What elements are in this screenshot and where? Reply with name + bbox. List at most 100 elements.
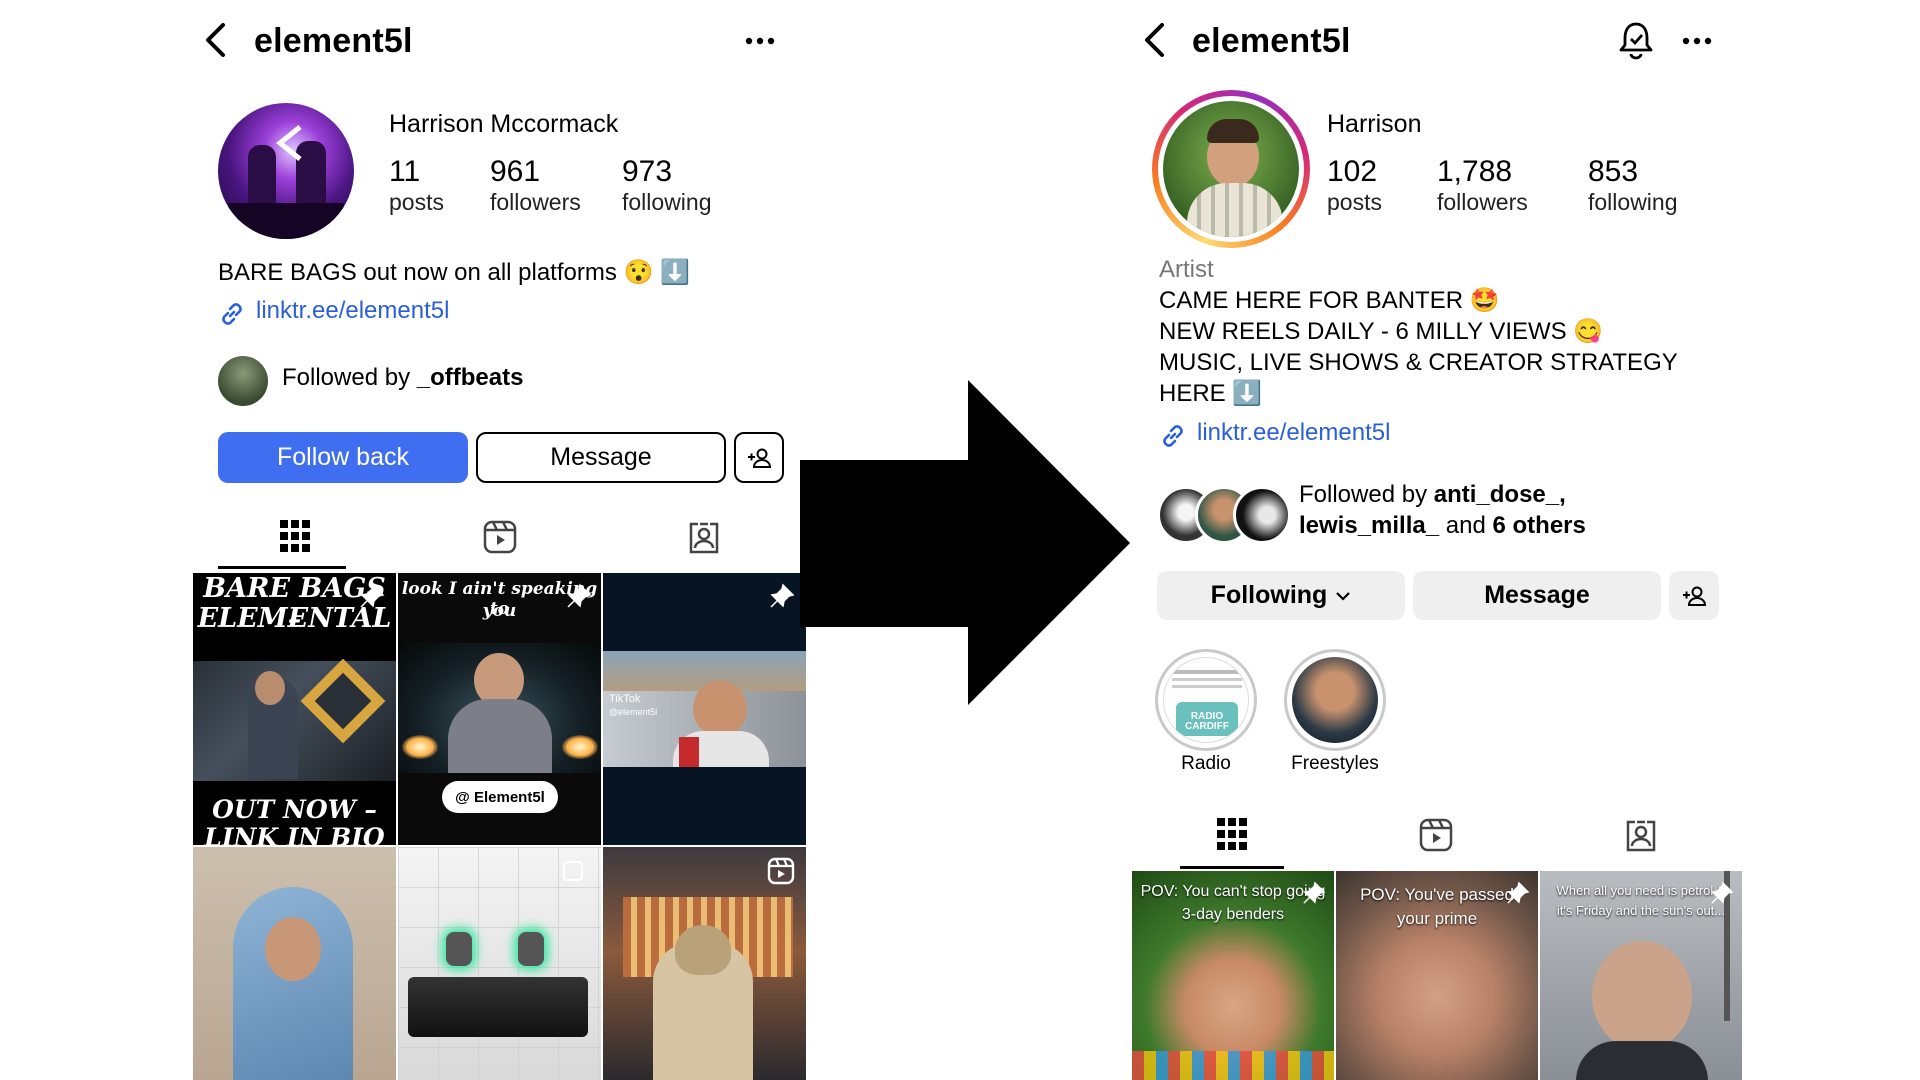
transition-arrow-icon bbox=[800, 380, 1130, 705]
add-person-icon bbox=[748, 448, 772, 468]
tiktok-badge: TikTok bbox=[609, 693, 641, 705]
grid-tab-icon[interactable] bbox=[1217, 818, 1247, 852]
grid-post-3[interactable]: TikTok @element5l bbox=[603, 573, 806, 845]
message-button[interactable]: Message bbox=[1413, 571, 1661, 620]
grid-post-2[interactable]: POV: You've passed your prime bbox=[1336, 871, 1538, 1080]
following-count: 973 bbox=[622, 155, 673, 188]
pin-icon bbox=[567, 583, 592, 608]
reels-tab-icon[interactable] bbox=[482, 519, 518, 555]
pin-icon bbox=[770, 583, 795, 608]
mention-badge: @ Element5l bbox=[442, 781, 558, 813]
category-label: Artist bbox=[1159, 256, 1214, 283]
link-icon bbox=[222, 303, 242, 325]
follow-back-button[interactable]: Follow back bbox=[218, 432, 468, 483]
following-label: following bbox=[1588, 189, 1678, 215]
following-stat[interactable]: 853 following bbox=[1588, 155, 1678, 216]
profile-name: Harrison bbox=[1327, 110, 1422, 138]
suggested-users-button[interactable] bbox=[1669, 571, 1719, 620]
follower-avatar[interactable] bbox=[218, 356, 268, 406]
message-button[interactable]: Message bbox=[476, 432, 726, 483]
post-title-bottom-2: LINK IN BIO bbox=[204, 823, 385, 845]
link-icon bbox=[1163, 425, 1183, 447]
following-stat[interactable]: 973 following bbox=[622, 155, 712, 216]
highlight-label-freestyles: Freestyles bbox=[1291, 753, 1379, 774]
pin-icon bbox=[1711, 881, 1734, 904]
post-caption-2: it's Friday and the sun's out... bbox=[1556, 903, 1726, 918]
followed-by-text[interactable]: Followed by _offbeats bbox=[282, 364, 523, 392]
more-options-icon[interactable] bbox=[1682, 36, 1712, 46]
highlight-freestyles[interactable] bbox=[1284, 649, 1386, 751]
avatar[interactable] bbox=[218, 103, 354, 239]
grid-post-5[interactable] bbox=[398, 847, 601, 1080]
followed-by-user-1: anti_dose_, bbox=[1433, 481, 1566, 508]
post-caption-2: your prime bbox=[1396, 909, 1478, 928]
chevron-down-icon bbox=[1336, 591, 1351, 601]
bio-line-4: HERE ⬇️ bbox=[1159, 380, 1263, 407]
followers-stat[interactable]: 1,788 followers bbox=[1437, 155, 1528, 216]
tagged-tab-icon[interactable] bbox=[686, 519, 722, 555]
pin-icon bbox=[1507, 881, 1530, 904]
grid-post-2[interactable]: look I ain't speaking to you @ Element5l bbox=[398, 573, 601, 845]
reels-tab-icon[interactable] bbox=[1418, 817, 1454, 853]
active-tab-indicator bbox=[1180, 866, 1284, 869]
back-arrow-icon[interactable] bbox=[203, 22, 227, 58]
bio-line-2: NEW REELS DAILY - 6 MILLY VIEWS 😋 bbox=[1159, 318, 1604, 345]
bio-link[interactable]: linktr.ee/element5l bbox=[1197, 419, 1390, 447]
more-options-icon[interactable] bbox=[745, 36, 775, 46]
multi-post-icon bbox=[563, 861, 583, 881]
followers-count: 1,788 bbox=[1437, 155, 1513, 188]
tagged-tab-icon[interactable] bbox=[1623, 817, 1659, 853]
post-title-bottom: OUT NOW – bbox=[212, 795, 377, 824]
grid-post-4[interactable] bbox=[193, 847, 396, 1080]
grid-post-1[interactable]: POV: You can't stop going 3-day benders bbox=[1132, 871, 1334, 1080]
profile-name: Harrison Mccormack bbox=[389, 110, 619, 138]
grid-tab-icon[interactable] bbox=[280, 520, 310, 554]
followers-label: followers bbox=[490, 189, 581, 215]
posts-stat[interactable]: 11 posts bbox=[389, 155, 444, 216]
followed-by-prefix: Followed by bbox=[1299, 481, 1434, 508]
followed-by-user: _offbeats bbox=[416, 364, 524, 391]
suggested-users-button[interactable] bbox=[734, 432, 784, 483]
followed-by-others: 6 others bbox=[1492, 512, 1586, 539]
following-button[interactable]: Following bbox=[1157, 571, 1405, 620]
reel-icon bbox=[767, 857, 795, 885]
highlight-radio[interactable]: RADIO CARDIFF bbox=[1155, 649, 1257, 751]
bio-text: BARE BAGS out now on all platforms 😯 ⬇️ bbox=[218, 259, 690, 286]
followed-by-user-2: lewis_milla_ bbox=[1299, 512, 1440, 539]
radio-highlight-text: RADIO CARDIFF bbox=[1185, 711, 1229, 732]
grid-post-1[interactable]: BARE BAGS – ELEMENTAL OUT NOW – LINK IN … bbox=[193, 573, 396, 845]
highlight-label-radio: Radio bbox=[1181, 753, 1231, 774]
followed-by-prefix: Followed by bbox=[282, 364, 417, 391]
followers-stat[interactable]: 961 followers bbox=[490, 155, 581, 216]
notification-bell-icon[interactable] bbox=[1618, 20, 1654, 60]
tiktok-handle: @element5l bbox=[609, 707, 658, 717]
followed-by-text[interactable]: Followed by anti_dose_, lewis_milla_ and… bbox=[1299, 479, 1586, 541]
active-tab-indicator bbox=[218, 566, 346, 569]
avatar bbox=[1163, 101, 1299, 237]
following-label: Following bbox=[1210, 581, 1328, 609]
posts-stat[interactable]: 102 posts bbox=[1327, 155, 1382, 216]
following-label: following bbox=[622, 189, 712, 215]
followers-label: followers bbox=[1437, 189, 1528, 215]
profile-username: element5l bbox=[254, 22, 413, 60]
following-count: 853 bbox=[1588, 155, 1639, 188]
pin-icon bbox=[360, 583, 385, 608]
posts-count: 102 bbox=[1327, 155, 1378, 188]
add-person-icon bbox=[1683, 586, 1707, 606]
posts-label: posts bbox=[389, 189, 444, 215]
posts-count: 11 bbox=[389, 155, 421, 188]
followed-by-and: and bbox=[1439, 512, 1493, 539]
grid-post-6[interactable] bbox=[603, 847, 806, 1080]
grid-post-3[interactable]: When all you need is petrol & it's Frida… bbox=[1540, 871, 1742, 1080]
profile-username: element5l bbox=[1192, 22, 1351, 60]
story-ring[interactable] bbox=[1152, 90, 1310, 248]
pin-icon bbox=[1303, 881, 1326, 904]
back-arrow-icon[interactable] bbox=[1142, 22, 1166, 58]
bio-line-3: MUSIC, LIVE SHOWS & CREATOR STRATEGY bbox=[1159, 349, 1678, 376]
bio-line-1: CAME HERE FOR BANTER 🤩 bbox=[1159, 287, 1500, 314]
follower-avatar-3[interactable] bbox=[1233, 486, 1291, 544]
bio-link[interactable]: linktr.ee/element5l bbox=[256, 297, 449, 325]
followers-count: 961 bbox=[490, 155, 541, 188]
post-caption-2: 3-day benders bbox=[1181, 906, 1285, 923]
posts-label: posts bbox=[1327, 189, 1382, 215]
